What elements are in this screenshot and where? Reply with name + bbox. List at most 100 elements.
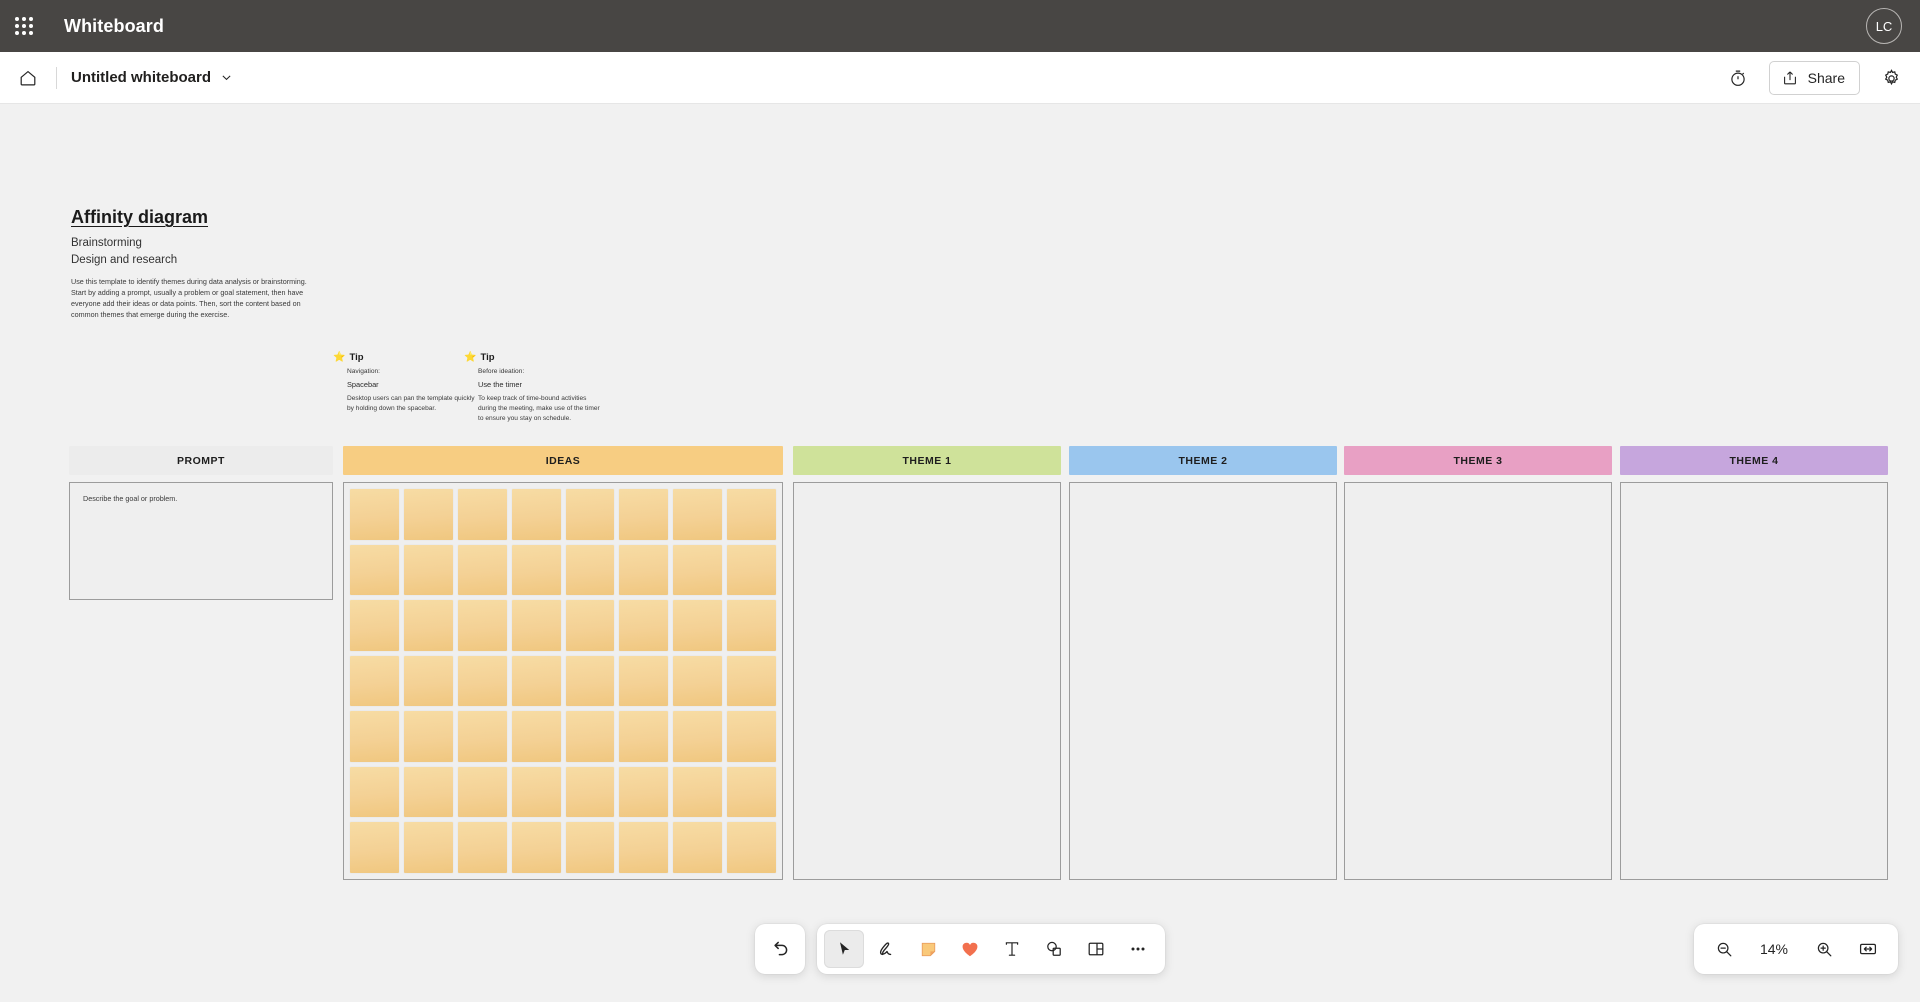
undo-icon[interactable] bbox=[760, 930, 800, 968]
sticky-note[interactable] bbox=[727, 489, 776, 540]
zoom-level-label[interactable]: 14% bbox=[1748, 941, 1800, 957]
sticky-note[interactable] bbox=[403, 489, 453, 540]
templates-icon[interactable] bbox=[1076, 930, 1116, 968]
sticky-note[interactable] bbox=[619, 544, 669, 596]
sticky-note[interactable] bbox=[673, 822, 723, 873]
document-title[interactable]: Untitled whiteboard bbox=[71, 69, 211, 86]
sticky-note[interactable] bbox=[565, 544, 615, 596]
shapes-icon[interactable] bbox=[1034, 930, 1074, 968]
sticky-note[interactable] bbox=[619, 655, 669, 707]
sticky-note[interactable] bbox=[673, 489, 723, 540]
sticky-note-icon[interactable] bbox=[908, 930, 948, 968]
sticky-note[interactable] bbox=[619, 489, 669, 540]
whiteboard-canvas[interactable]: Affinity diagram Brainstorming Design an… bbox=[0, 104, 1920, 1002]
sticky-note[interactable] bbox=[619, 766, 669, 818]
sticky-note[interactable] bbox=[673, 711, 723, 762]
sticky-note[interactable] bbox=[727, 822, 776, 873]
sticky-note[interactable] bbox=[403, 766, 453, 818]
zoom-in-icon[interactable] bbox=[1804, 930, 1844, 968]
sticky-note[interactable] bbox=[511, 766, 561, 818]
sticky-note[interactable] bbox=[350, 655, 399, 707]
share-label: Share bbox=[1807, 70, 1845, 86]
sticky-note[interactable] bbox=[511, 544, 561, 596]
sticky-note[interactable] bbox=[511, 655, 561, 707]
share-button[interactable]: Share bbox=[1768, 61, 1860, 95]
column-header-theme-3[interactable]: THEME 3 bbox=[1344, 446, 1612, 475]
sticky-note[interactable] bbox=[565, 489, 615, 540]
sticky-note[interactable] bbox=[673, 655, 723, 707]
app-launcher-grid bbox=[15, 17, 33, 35]
board-column-theme-1[interactable]: THEME 1 bbox=[793, 446, 1061, 880]
sticky-note[interactable] bbox=[727, 655, 776, 707]
sticky-note[interactable] bbox=[565, 822, 615, 873]
sticky-note[interactable] bbox=[619, 822, 669, 873]
more-ellipsis-icon[interactable] bbox=[1118, 930, 1158, 968]
home-icon[interactable] bbox=[6, 58, 50, 98]
sticky-note[interactable] bbox=[727, 600, 776, 651]
column-header-prompt[interactable]: PROMPT bbox=[69, 446, 333, 475]
sticky-note[interactable] bbox=[565, 655, 615, 707]
sticky-note[interactable] bbox=[457, 655, 507, 707]
sticky-note[interactable] bbox=[403, 655, 453, 707]
sticky-note[interactable] bbox=[403, 600, 453, 651]
pen-icon[interactable] bbox=[866, 930, 906, 968]
sticky-note[interactable] bbox=[350, 822, 399, 873]
fit-to-screen-icon[interactable] bbox=[1848, 930, 1888, 968]
sticky-note[interactable] bbox=[727, 711, 776, 762]
tip-label: Before ideation: bbox=[478, 368, 525, 375]
avatar[interactable]: LC bbox=[1866, 8, 1902, 44]
sticky-note[interactable] bbox=[350, 600, 399, 651]
sticky-note[interactable] bbox=[511, 600, 561, 651]
theme-2-dropzone[interactable] bbox=[1069, 482, 1337, 880]
sticky-note[interactable] bbox=[565, 600, 615, 651]
sticky-note[interactable] bbox=[565, 766, 615, 818]
sticky-note[interactable] bbox=[511, 822, 561, 873]
gear-icon[interactable] bbox=[1872, 59, 1910, 97]
column-header-ideas[interactable]: IDEAS bbox=[343, 446, 783, 475]
board-column-prompt[interactable]: PROMPT Describe the goal or problem. bbox=[69, 446, 333, 600]
heart-reaction-icon[interactable] bbox=[950, 930, 990, 968]
column-header-theme-4[interactable]: THEME 4 bbox=[1620, 446, 1888, 475]
sticky-note[interactable] bbox=[673, 766, 723, 818]
sticky-note[interactable] bbox=[403, 711, 453, 762]
column-header-theme-2[interactable]: THEME 2 bbox=[1069, 446, 1337, 475]
sticky-note[interactable] bbox=[727, 766, 776, 818]
theme-3-dropzone[interactable] bbox=[1344, 482, 1612, 880]
sticky-note[interactable] bbox=[350, 711, 399, 762]
sticky-note[interactable] bbox=[565, 711, 615, 762]
sticky-note[interactable] bbox=[457, 822, 507, 873]
sticky-note[interactable] bbox=[350, 544, 399, 596]
column-header-theme-1[interactable]: THEME 1 bbox=[793, 446, 1061, 475]
sticky-note[interactable] bbox=[457, 766, 507, 818]
sticky-note[interactable] bbox=[403, 544, 453, 596]
board-column-theme-2[interactable]: THEME 2 bbox=[1069, 446, 1337, 880]
board-column-ideas[interactable]: IDEAS bbox=[343, 446, 783, 880]
sticky-note[interactable] bbox=[673, 544, 723, 596]
sticky-note[interactable] bbox=[727, 544, 776, 596]
timer-icon[interactable] bbox=[1719, 59, 1757, 97]
board-column-theme-3[interactable]: THEME 3 bbox=[1344, 446, 1612, 880]
sticky-note[interactable] bbox=[457, 544, 507, 596]
prompt-box[interactable]: Describe the goal or problem. bbox=[69, 482, 333, 600]
theme-4-dropzone[interactable] bbox=[1620, 482, 1888, 880]
tip-card-navigation: ⭐ Tip Navigation: Spacebar Desktop users… bbox=[333, 352, 475, 414]
text-icon[interactable] bbox=[992, 930, 1032, 968]
sticky-note[interactable] bbox=[511, 711, 561, 762]
app-launcher-icon[interactable] bbox=[0, 0, 48, 52]
sticky-note[interactable] bbox=[350, 766, 399, 818]
theme-1-dropzone[interactable] bbox=[793, 482, 1061, 880]
sticky-note[interactable] bbox=[457, 489, 507, 540]
ideas-notes-container[interactable] bbox=[343, 482, 783, 880]
chevron-down-icon[interactable] bbox=[220, 71, 233, 84]
sticky-note[interactable] bbox=[511, 489, 561, 540]
sticky-note[interactable] bbox=[350, 489, 399, 540]
sticky-note[interactable] bbox=[673, 600, 723, 651]
zoom-out-icon[interactable] bbox=[1704, 930, 1744, 968]
board-column-theme-4[interactable]: THEME 4 bbox=[1620, 446, 1888, 880]
sticky-note[interactable] bbox=[403, 822, 453, 873]
select-cursor-icon[interactable] bbox=[824, 930, 864, 968]
sticky-note[interactable] bbox=[619, 711, 669, 762]
sticky-note[interactable] bbox=[457, 600, 507, 651]
sticky-note[interactable] bbox=[619, 600, 669, 651]
sticky-note[interactable] bbox=[457, 711, 507, 762]
